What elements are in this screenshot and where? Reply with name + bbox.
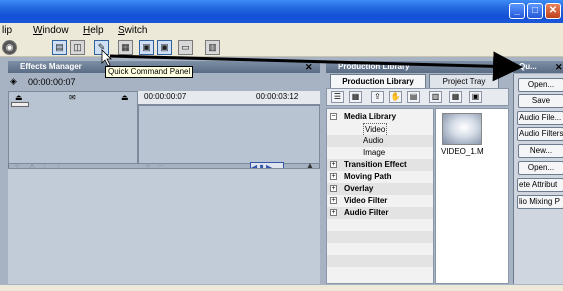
menu-switch-rest: witch — [124, 25, 148, 36]
expand-icon[interactable]: + — [330, 209, 337, 216]
library-toggle-icon[interactable]: ▤ — [52, 40, 67, 55]
grid-icon[interactable]: ▦ — [449, 91, 462, 103]
tree-item-label: Moving Path — [344, 172, 392, 181]
tab-project-tray[interactable]: Project Tray — [429, 74, 499, 88]
menu-window-rest: indow — [42, 25, 69, 36]
library-tree: − Media Library Video Audio Image + Tran… — [326, 108, 434, 284]
quick-command-close-icon[interactable]: ✕ — [555, 61, 563, 73]
tree-item-transition-effect[interactable]: + Transition Effect — [327, 159, 433, 171]
folder-icon[interactable]: ▤ — [407, 91, 420, 103]
preview-toggle-icon[interactable]: ◫ — [70, 40, 85, 55]
tree-item-label: Media Library — [344, 112, 397, 121]
layout-icon[interactable]: ▦ — [118, 40, 133, 55]
maximize-button[interactable]: □ — [527, 3, 543, 19]
tree-empty-row — [327, 267, 433, 279]
quick-command-panel: Open... Save Audio File... Audio Filters… — [513, 74, 563, 284]
tree-item-image[interactable]: Image — [327, 147, 433, 159]
playhead-icon[interactable]: ◈ — [10, 76, 17, 87]
timeline-toggle-icon[interactable]: ▣ — [157, 40, 172, 55]
expand-icon[interactable]: + — [330, 173, 337, 180]
effects-properties-area — [8, 168, 320, 284]
menu-bar: lip Window Help Switch — [0, 23, 563, 39]
quick-audio-filters-button[interactable]: Audio Filters — [517, 127, 563, 141]
thumbnail-view-icon[interactable]: ▦ — [349, 91, 362, 103]
tree-item-audio-filter[interactable]: + Audio Filter — [327, 207, 433, 219]
tree-empty-row — [327, 255, 433, 267]
effects-toggle-icon[interactable]: ▣ — [139, 40, 154, 55]
expand-icon[interactable]: + — [330, 197, 337, 204]
tooltip-quick-command-panel: Quick Command Panel — [105, 66, 194, 78]
tree-item-label: Audio — [363, 136, 384, 145]
app-window: _ □ ✕ lip Window Help Switch ◉ ▤ ◫ ✎ ▦ ▣… — [0, 0, 563, 291]
effects-manager-title: Effects Manager — [20, 62, 82, 71]
storyboard-icon[interactable]: ▭ — [178, 40, 193, 55]
tab-production-library[interactable]: Production Library — [330, 74, 426, 88]
tree-item-label: Audio Filter — [344, 208, 389, 217]
track-marker-icon: ⏏ — [15, 93, 23, 102]
quick-command-title: Qu... — [519, 62, 537, 71]
tree-item-label: Video Filter — [344, 196, 388, 205]
window-titlebar[interactable]: _ □ ✕ — [0, 0, 563, 23]
tree-item-label: Image — [363, 148, 386, 157]
ruler-end-time: 00:00:03:12 — [256, 92, 299, 101]
quick-audio-mixing-button[interactable]: lio Mixing P — [517, 195, 563, 209]
minimize-button[interactable]: _ — [509, 3, 525, 19]
tree-item-overlay[interactable]: + Overlay — [327, 183, 433, 195]
tree-item-label: Transition Effect — [344, 160, 407, 169]
tree-empty-row — [327, 231, 433, 243]
video-thumbnail[interactable] — [442, 113, 482, 145]
tree-item-audio[interactable]: Audio — [327, 135, 433, 147]
list-view-icon[interactable]: ☰ — [331, 91, 344, 103]
tree-item-label: Overlay — [344, 184, 374, 193]
tree-item-video-filter[interactable]: + Video Filter — [327, 195, 433, 207]
tree-item-video[interactable]: Video — [327, 123, 433, 137]
capture-icon[interactable]: ✋ — [389, 91, 402, 103]
ruler-start-time: 00:00:00:07 — [144, 92, 187, 101]
production-library-title: Production Library — [338, 62, 410, 71]
collapse-icon[interactable]: − — [330, 113, 337, 120]
menu-help[interactable]: Help — [83, 25, 104, 36]
tree-item-moving-path[interactable]: + Moving Path — [327, 171, 433, 183]
menu-switch-mnemonic: S — [118, 25, 125, 36]
video-thumbnail-label: VIDEO_1.M — [441, 147, 484, 156]
eject-icon: ⏏ — [121, 93, 129, 102]
mail-icon: ✉ — [69, 93, 76, 102]
tree-empty-row — [327, 243, 433, 255]
record-icon[interactable]: ◉ — [2, 40, 17, 55]
menu-window[interactable]: Window — [33, 25, 69, 36]
media-info-icon[interactable]: ▥ — [429, 91, 442, 103]
effects-track-list: ⏏ ✉ ⏏ — [8, 91, 138, 164]
import-icon[interactable]: ⇪ — [371, 91, 384, 103]
storyboard-view-icon[interactable]: ▣ — [469, 91, 482, 103]
effects-manager-close-icon[interactable]: ✕ — [305, 61, 313, 73]
production-library-tabs: Production Library Project Tray — [326, 74, 509, 88]
quick-command-panel-icon[interactable]: ✎ — [94, 40, 109, 55]
close-button[interactable]: ✕ — [545, 3, 561, 19]
menu-clip[interactable]: lip — [2, 25, 12, 36]
quick-delete-attribute-button[interactable]: ete Attribut — [517, 178, 563, 192]
quick-open-button[interactable]: Open... — [518, 78, 563, 92]
production-library-toolbar: ☰ ▦ ⇪ ✋ ▤ ▥ ▦ ▣ — [326, 88, 509, 106]
quick-open-project-button[interactable]: Open... — [518, 161, 563, 175]
main-toolbar: ◉ ▤ ◫ ✎ ▦ ▣ ▣ ▭ ▥ — [0, 39, 563, 57]
zoom-slider[interactable] — [11, 102, 29, 107]
menu-help-rest: elp — [90, 25, 104, 36]
grid-view-icon[interactable]: ▥ — [205, 40, 220, 55]
quick-audio-file-button[interactable]: Audio File... — [517, 111, 563, 125]
tree-empty-row — [327, 219, 433, 231]
current-time: 00:00:00:07 — [28, 77, 76, 87]
production-library-header: Production Library — [326, 61, 509, 73]
expand-icon[interactable]: + — [330, 161, 337, 168]
expand-icon[interactable]: + — [330, 185, 337, 192]
menu-switch[interactable]: Switch — [118, 25, 147, 36]
tree-item-media-library[interactable]: − Media Library — [327, 111, 433, 123]
quick-new-button[interactable]: New... — [518, 144, 563, 158]
timeline-ruler[interactable]: 00:00:00:07 00:00:03:12 — [138, 91, 320, 105]
quick-save-button[interactable]: Save — [518, 94, 563, 108]
status-strip — [0, 285, 563, 291]
effects-track-area[interactable] — [138, 105, 320, 164]
